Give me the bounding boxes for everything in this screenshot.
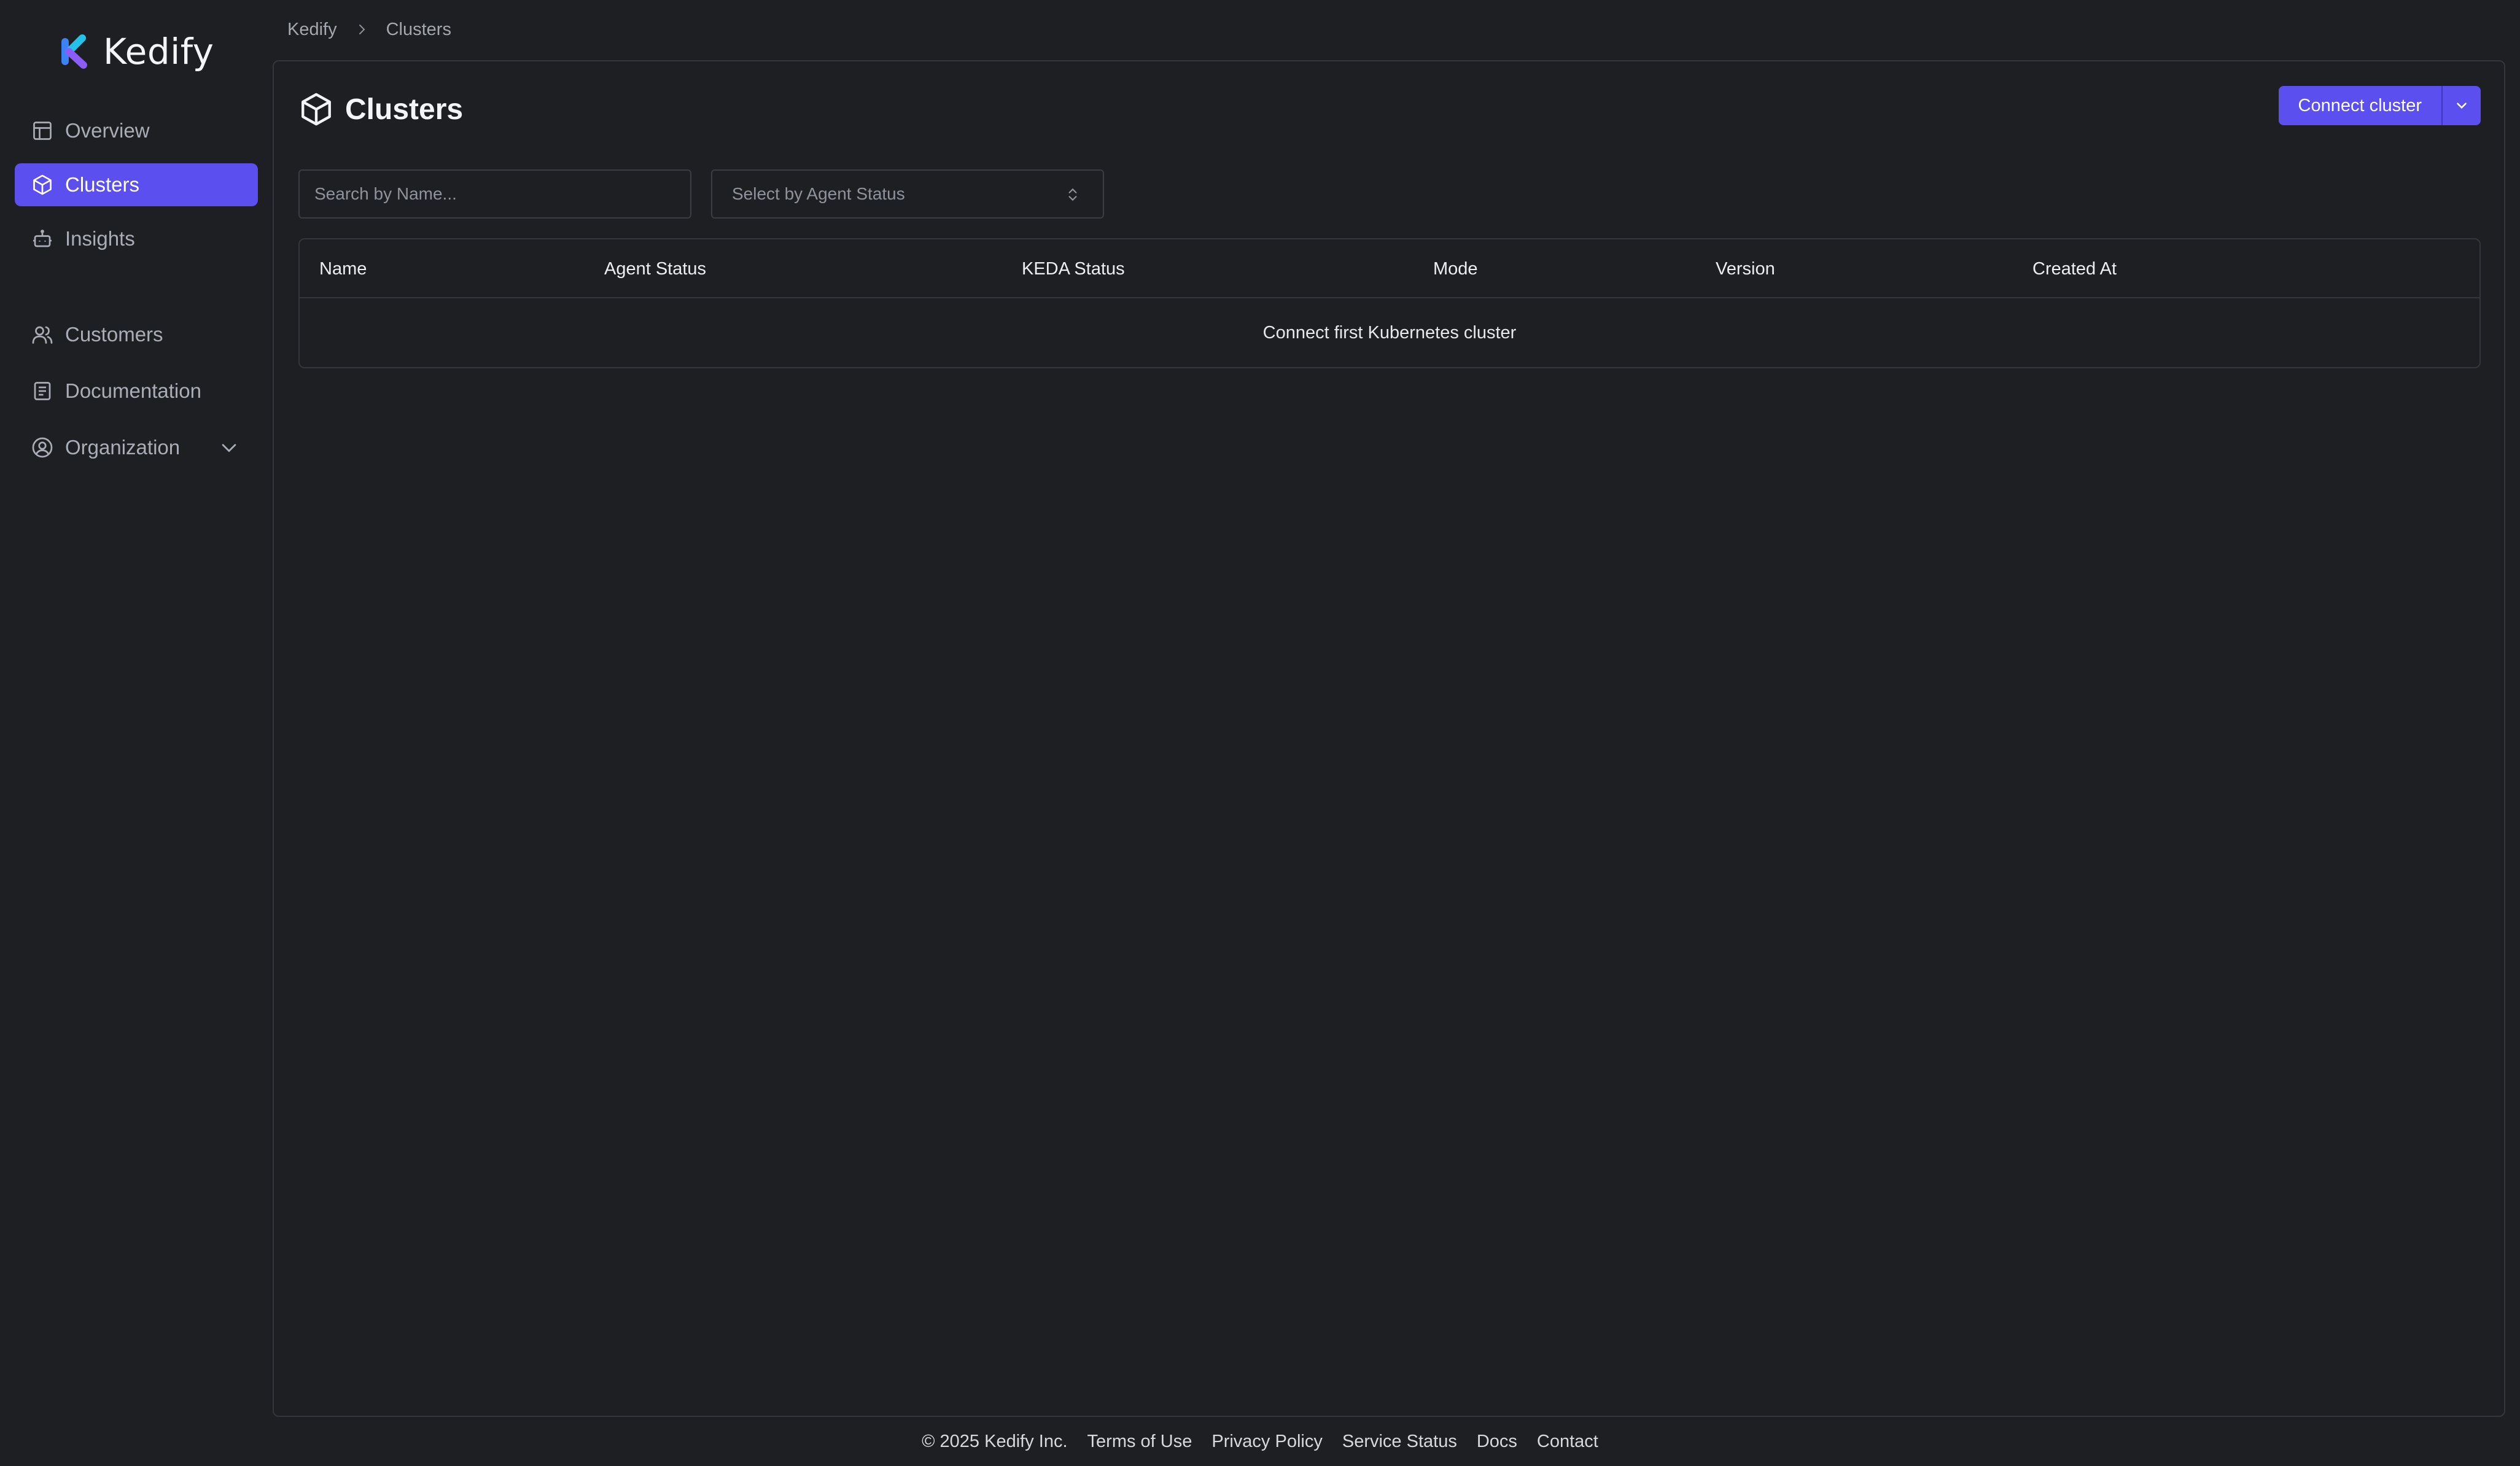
connect-cluster-dropdown-button[interactable] [2441, 86, 2481, 125]
breadcrumb: Kedify Clusters [287, 17, 451, 42]
chevron-right-icon [359, 25, 365, 34]
footer-link-privacy[interactable]: Privacy Policy [1211, 1432, 1323, 1452]
sidebar-item-insights[interactable]: Insights [15, 217, 258, 260]
clusters-table: Name Agent Status KEDA Status Mode Versi… [298, 238, 2481, 368]
footer-link-docs[interactable]: Docs [1477, 1432, 1517, 1452]
agent-status-select[interactable]: Select by Agent Status [711, 169, 1104, 219]
sidebar-item-label: Insights [65, 227, 135, 250]
breadcrumb-item-clusters: Clusters [386, 19, 451, 39]
sidebar: Kedify Overview Clusters Insights Custom… [0, 0, 270, 1466]
sidebar-item-label: Clusters [65, 173, 140, 196]
layout-icon [31, 119, 54, 142]
sidebar-item-label: Overview [65, 119, 150, 142]
sidebar-item-label: Customers [65, 323, 163, 346]
column-header-version[interactable]: Version [1716, 239, 1775, 298]
chevron-down-icon [2457, 103, 2467, 109]
column-header-name[interactable]: Name [319, 239, 367, 298]
sidebar-item-organization[interactable]: Organization [15, 426, 258, 469]
sidebar-item-label: Documentation [65, 379, 201, 402]
page-title: Clusters [298, 86, 463, 133]
bot-icon [31, 227, 54, 250]
chevron-up-down-icon [1068, 188, 1077, 201]
table-empty-message: Connect first Kubernetes cluster [1262, 322, 1517, 343]
page-title-text: Clusters [345, 93, 464, 126]
book-icon [31, 379, 54, 403]
breadcrumb-item-kedify[interactable]: Kedify [287, 20, 337, 40]
cube-icon [31, 173, 54, 196]
footer-link-contact[interactable]: Contact [1537, 1432, 1598, 1452]
sidebar-item-overview[interactable]: Overview [15, 109, 258, 152]
column-header-created-at[interactable]: Created At [2032, 239, 2117, 298]
agent-status-select-placeholder: Select by Agent Status [732, 184, 905, 203]
chevron-down-icon[interactable] [219, 437, 239, 458]
column-header-keda-status[interactable]: KEDA Status [1022, 239, 1125, 298]
kedify-logo[interactable]: Kedify [59, 29, 214, 74]
table-header: Name Agent Status KEDA Status Mode Versi… [300, 239, 2479, 298]
user-circle-icon [31, 436, 54, 459]
footer: © 2025 Kedify Inc. Terms of Use Privacy … [0, 1423, 2520, 1460]
sidebar-item-label: Organization [65, 436, 181, 459]
column-header-mode[interactable]: Mode [1433, 239, 1478, 298]
main-panel: Clusters Connect cluster Select by Agent… [273, 60, 2505, 1417]
cube-icon [301, 93, 331, 126]
sidebar-item-documentation[interactable]: Documentation [15, 370, 258, 413]
column-header-agent-status[interactable]: Agent Status [604, 239, 706, 298]
connect-cluster-group: Connect cluster [2278, 86, 2481, 125]
connect-cluster-button[interactable]: Connect cluster [2278, 86, 2441, 125]
sidebar-item-customers[interactable]: Customers [15, 313, 258, 356]
sidebar-item-clusters[interactable]: Clusters [15, 163, 258, 206]
brand-name: Kedify [103, 31, 214, 72]
users-icon [31, 323, 54, 346]
search-input[interactable] [298, 169, 691, 219]
footer-link-terms[interactable]: Terms of Use [1087, 1432, 1192, 1452]
footer-link-service-status[interactable]: Service Status [1342, 1432, 1457, 1452]
kedify-logo-icon [61, 34, 87, 69]
footer-copyright: © 2025 Kedify Inc. [922, 1431, 1068, 1451]
